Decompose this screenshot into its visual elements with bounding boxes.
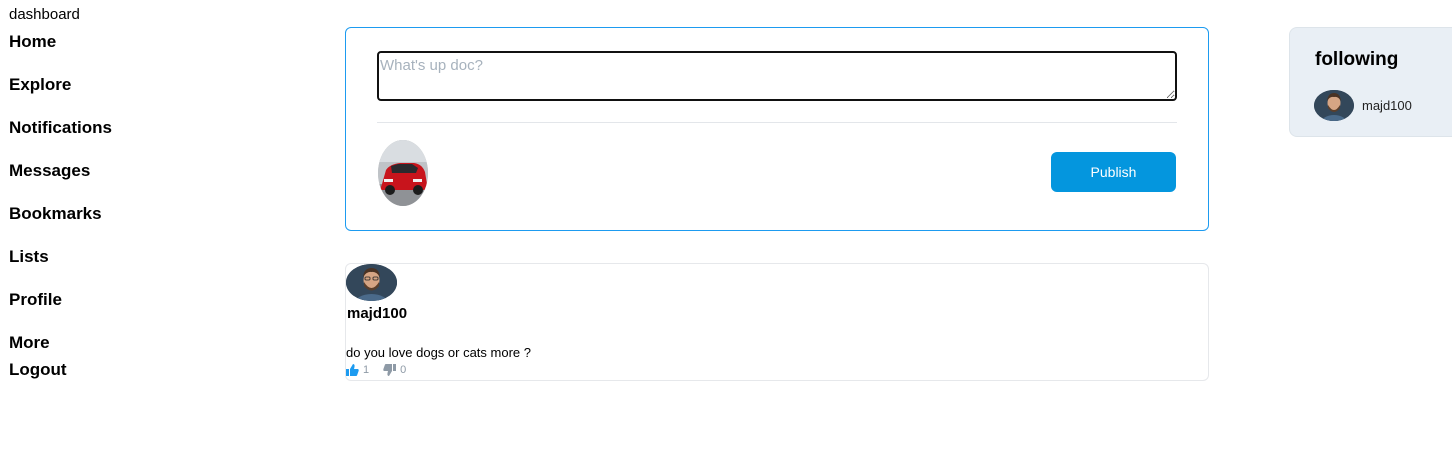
dislike-button[interactable]: 0: [383, 364, 406, 376]
post-card: majd100 do you love dogs or cats more ? …: [345, 263, 1209, 381]
like-count: 1: [363, 364, 370, 376]
sidebar-item-more[interactable]: More: [9, 333, 50, 353]
dislike-count: 0: [400, 364, 407, 376]
thumbs-up-icon: [346, 364, 359, 376]
sidebar-item-messages[interactable]: Messages: [9, 161, 90, 181]
sidebar-item-lists[interactable]: Lists: [9, 247, 49, 267]
composer-user-avatar: [378, 140, 428, 206]
like-button[interactable]: 1: [346, 364, 369, 376]
sidebar-item-notifications[interactable]: Notifications: [9, 118, 112, 138]
sidebar-item-logout[interactable]: Logout: [9, 360, 67, 380]
tweet-composer: Publish: [345, 27, 1209, 231]
post-reactions: 1 0: [346, 364, 420, 376]
following-panel: following majd100: [1289, 27, 1452, 137]
post-author-name[interactable]: majd100: [347, 305, 407, 322]
sidebar-item-bookmarks[interactable]: Bookmarks: [9, 204, 102, 224]
sidebar-item-explore[interactable]: Explore: [9, 75, 71, 95]
composer-divider: [377, 122, 1177, 123]
following-user-name: majd100: [1362, 98, 1412, 113]
following-user-avatar: [1314, 90, 1354, 121]
sidebar-item-home[interactable]: Home: [9, 32, 56, 52]
following-title: following: [1315, 49, 1399, 70]
sidebar-item-profile[interactable]: Profile: [9, 290, 62, 310]
publish-button[interactable]: Publish: [1051, 152, 1176, 192]
post-author-avatar[interactable]: [346, 264, 397, 301]
post-text: do you love dogs or cats more ?: [346, 345, 531, 360]
dashboard-label: dashboard: [9, 6, 80, 23]
following-user-item[interactable]: majd100: [1314, 90, 1412, 121]
sidebar: dashboard Home Explore Notifications Mes…: [9, 6, 209, 379]
tweet-input[interactable]: [377, 51, 1177, 101]
thumbs-down-icon: [383, 364, 397, 376]
